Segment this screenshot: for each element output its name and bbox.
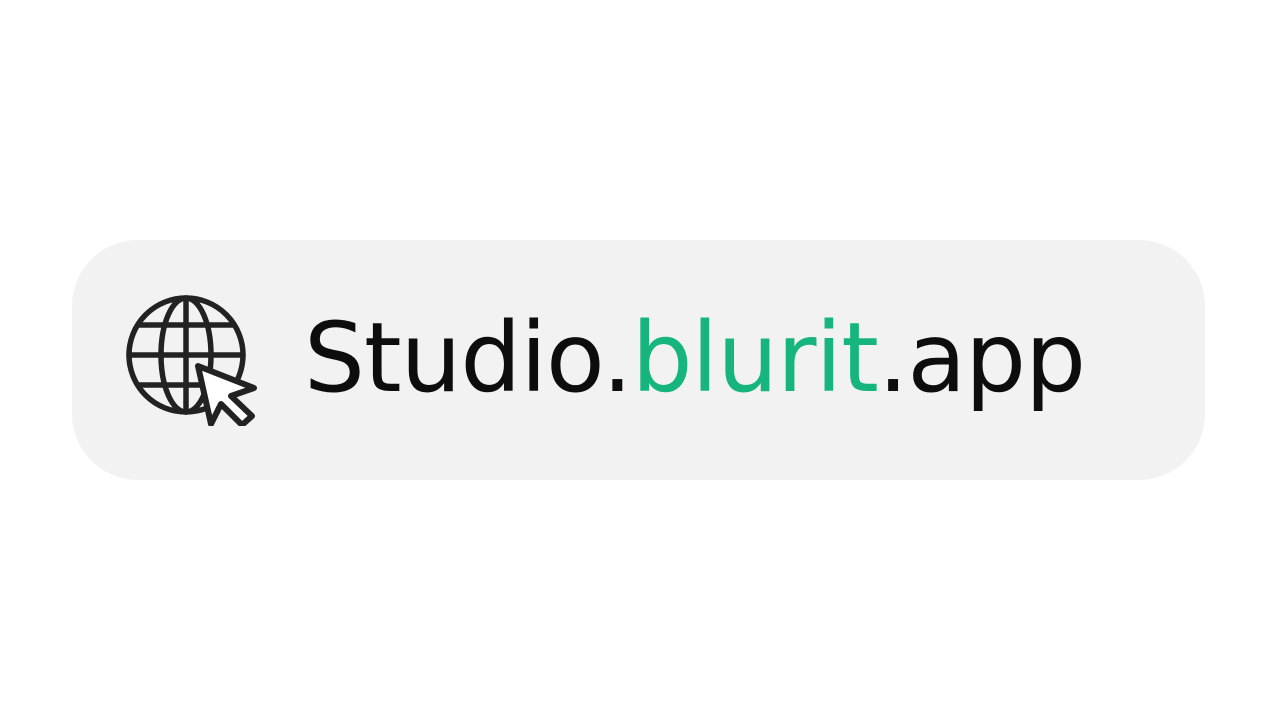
globe-cursor-icon[interactable] xyxy=(124,294,260,426)
url-segment-domain: blurit xyxy=(631,302,879,414)
url-segment-tld: .app xyxy=(877,302,1086,414)
url-text[interactable]: Studio.blurit.app xyxy=(304,308,1086,418)
url-segment-subdomain: Studio. xyxy=(304,302,633,414)
